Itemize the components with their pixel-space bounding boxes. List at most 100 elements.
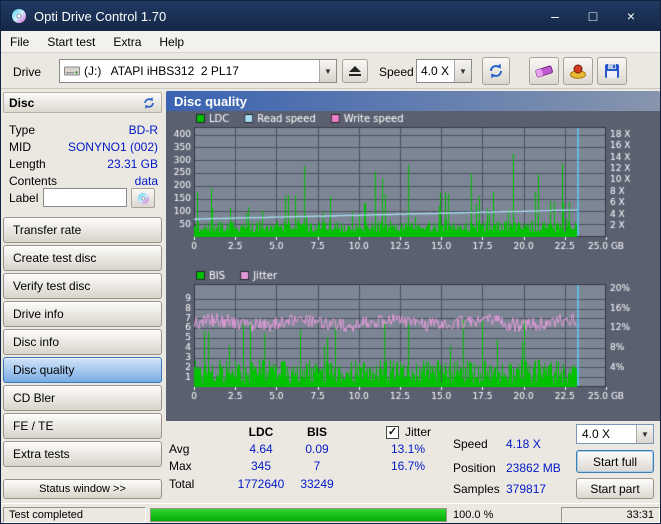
elapsed-time: 33:31 — [561, 507, 660, 523]
bis-column-header: BIS — [306, 425, 327, 439]
sidebar-item-create-test-disc[interactable]: Create test disc — [3, 245, 162, 271]
jitter-checkbox[interactable]: ✓ — [386, 426, 399, 439]
disc-panel-title: Disc — [9, 95, 35, 110]
erase-disc-button[interactable] — [529, 57, 559, 85]
chevron-down-icon[interactable]: ▼ — [636, 425, 653, 443]
chevron-down-icon[interactable]: ▼ — [319, 60, 336, 82]
status-message: Test completed — [3, 507, 146, 523]
speed-result-label: Speed — [453, 437, 488, 451]
drive-select-value: (J:) ATAPI iHBS312 2 PL17 — [84, 64, 239, 78]
jitter-max-value: 16.7% — [390, 459, 426, 473]
disc-contents-value[interactable]: data — [135, 174, 158, 188]
title-bar[interactable]: Opti Drive Control 1.70 – □ × — [1, 1, 660, 31]
disc-label-label: Label — [9, 191, 39, 205]
disc-sidebar: Disc Type BD-R MID SONYNO1 (002) Length … — [1, 89, 164, 503]
disc-type-value: BD-R — [128, 123, 158, 137]
minimize-button[interactable]: – — [536, 1, 574, 31]
total-bis-value: 33249 — [300, 477, 334, 491]
speed-select[interactable]: 4.0 X ▼ — [416, 59, 472, 83]
toolbar: Drive (J:) ATAPI iHBS312 2 PL17 ▼ Speed … — [1, 53, 660, 89]
speed-label: Speed — [379, 65, 414, 79]
eraser-icon — [534, 63, 554, 79]
drive-label: Drive — [13, 65, 42, 79]
sidebar-item-drive-info[interactable]: Drive info — [3, 301, 162, 327]
eject-button[interactable] — [342, 59, 368, 83]
disc-info-row: Length 23.31 GB — [9, 157, 158, 171]
disc-length-label: Length — [9, 157, 46, 171]
floppy-icon — [604, 63, 620, 79]
window-title: Opti Drive Control 1.70 — [34, 8, 167, 24]
bis-jitter-chart — [166, 269, 660, 421]
menu-file[interactable]: File — [1, 31, 38, 52]
panel-title: Disc quality — [166, 91, 660, 111]
sidebar-item-disc-info[interactable]: Disc info — [3, 329, 162, 355]
disc-mid-label: MID — [9, 140, 31, 154]
position-label: Position — [453, 461, 496, 475]
menu-bar: File Start test Extra Help — [1, 31, 660, 53]
eject-icon — [348, 65, 362, 77]
sidebar-item-disc-quality[interactable]: Disc quality — [3, 357, 162, 383]
donate-button[interactable] — [563, 57, 593, 85]
refresh-icon — [487, 62, 505, 80]
jitter-avg-value: 13.1% — [390, 442, 426, 456]
hand-coin-icon — [569, 63, 587, 79]
disc-panel-header: Disc — [3, 92, 162, 113]
menu-start-test[interactable]: Start test — [38, 31, 104, 52]
cd-small-icon — [137, 192, 150, 205]
total-ldc-value: 1772640 — [237, 477, 285, 491]
status-window-button[interactable]: Status window >> — [3, 479, 162, 499]
chevron-down-icon[interactable]: ▼ — [454, 60, 471, 82]
disc-length-value: 23.31 GB — [107, 157, 158, 171]
drive-icon — [64, 66, 80, 76]
progress-bar — [150, 508, 447, 522]
disc-info-row: Contents data — [9, 174, 158, 188]
disc-info-row: MID SONYNO1 (002) — [9, 140, 158, 154]
samples-label: Samples — [453, 482, 500, 496]
sidebar-item-verify-test-disc[interactable]: Verify test disc — [3, 273, 162, 299]
save-button[interactable] — [597, 57, 627, 85]
status-bar: Test completed 100.0 % 33:31 — [1, 503, 660, 523]
speed-select-value: 4.0 X — [421, 64, 450, 78]
sidebar-item-extra-tests[interactable]: Extra tests — [3, 441, 162, 467]
drive-select[interactable]: (J:) ATAPI iHBS312 2 PL17 ▼ — [59, 59, 337, 83]
test-speed-select[interactable]: 4.0 X ▼ — [576, 424, 654, 444]
ldc-column-header: LDC — [248, 425, 274, 439]
max-ldc-value: 345 — [250, 459, 272, 473]
close-button[interactable]: × — [612, 1, 650, 31]
menu-help[interactable]: Help — [150, 31, 193, 52]
ldc-read-speed-chart — [166, 111, 660, 269]
avg-bis-value: 0.09 — [305, 442, 329, 456]
disc-label-input[interactable] — [43, 188, 127, 207]
results-area: LDC BIS Avg 4.64 0.09 Max 345 7 Total 17… — [164, 421, 660, 503]
disc-info-row: Type BD-R — [9, 123, 158, 137]
menu-extra[interactable]: Extra — [104, 31, 150, 52]
sidebar-item-transfer-rate[interactable]: Transfer rate — [3, 217, 162, 243]
position-value: 23862 MB — [506, 461, 561, 475]
progress-percent: 100.0 % — [453, 509, 494, 521]
avg-ldc-value: 4.64 — [249, 442, 273, 456]
start-part-button[interactable]: Start part — [576, 478, 654, 499]
disc-contents-label: Contents — [9, 174, 58, 188]
samples-value: 379817 — [506, 482, 547, 496]
refresh-disc-icon[interactable] — [142, 96, 156, 110]
speed-result-value: 4.18 X — [506, 437, 541, 451]
window-controls: – □ × — [536, 1, 650, 31]
disc-mid-value: SONYNO1 (002) — [67, 140, 158, 154]
app-window: Opti Drive Control 1.70 – □ × File Start… — [0, 0, 661, 524]
sidebar-item-cd-bler[interactable]: CD Bler — [3, 385, 162, 411]
jitter-checkbox-label: Jitter — [405, 425, 432, 439]
read-label-button[interactable] — [131, 188, 155, 208]
charts-area — [166, 111, 660, 421]
test-speed-value: 4.0 X — [582, 427, 611, 441]
disc-type-label: Type — [9, 123, 36, 137]
app-cd-icon — [11, 8, 27, 24]
max-bis-value: 7 — [313, 459, 321, 473]
total-row-label: Total — [169, 477, 195, 491]
max-row-label: Max — [169, 459, 192, 473]
sidebar-item-fe-te[interactable]: FE / TE — [3, 413, 162, 439]
progress-bar-fill — [151, 509, 446, 521]
avg-row-label: Avg — [169, 442, 190, 456]
maximize-button[interactable]: □ — [574, 1, 612, 31]
refresh-button[interactable] — [482, 57, 510, 85]
start-full-button[interactable]: Start full — [576, 450, 654, 473]
